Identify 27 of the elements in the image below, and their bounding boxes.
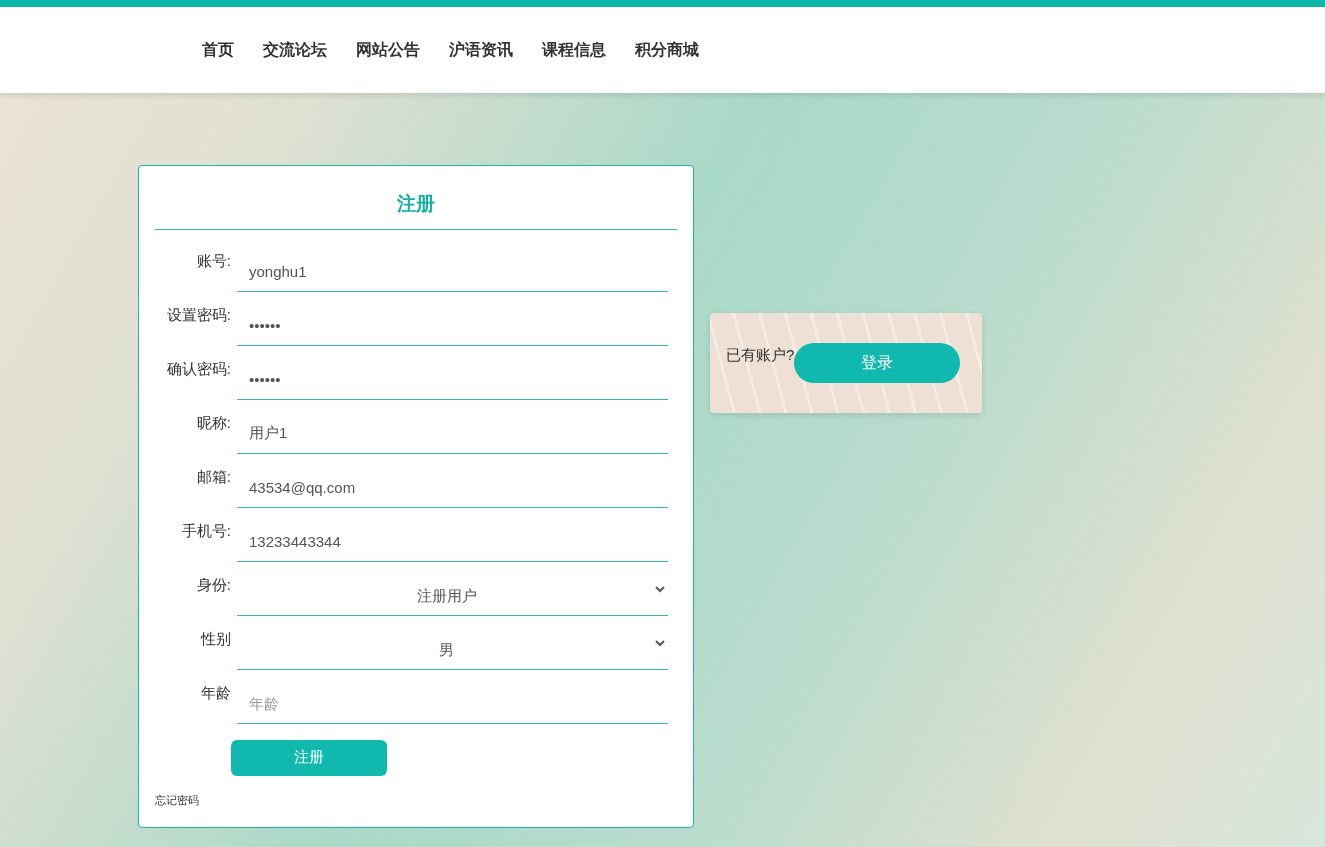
input-field[interactable]: 年龄 bbox=[237, 669, 668, 724]
field-label: 性别 bbox=[199, 628, 231, 649]
field-label: 年龄 bbox=[200, 682, 231, 703]
nav-link[interactable]: 沪语资讯 bbox=[447, 38, 515, 62]
field-label: 昵称: bbox=[195, 412, 231, 433]
nav-link[interactable]: 积分商城 bbox=[633, 38, 701, 62]
form-title: 注册 bbox=[396, 192, 436, 216]
nav-link[interactable]: 课程信息 bbox=[540, 38, 608, 62]
input-field[interactable]: yonghu1 bbox=[237, 237, 668, 292]
nav-link[interactable]: 网站公告 bbox=[354, 38, 422, 62]
field-label: 设置密码: bbox=[165, 304, 231, 325]
input-field[interactable]: 43534@qq.com bbox=[237, 453, 668, 508]
input-field[interactable]: •••••• bbox=[237, 291, 668, 346]
input-field[interactable]: 13233443344 bbox=[237, 507, 668, 562]
nav-link[interactable]: 首页 bbox=[200, 38, 236, 62]
field-label: 邮箱: bbox=[195, 466, 231, 487]
nav-link[interactable]: 交流论坛 bbox=[261, 38, 329, 62]
field-label: 确认密码: bbox=[165, 358, 231, 379]
input-field[interactable]: •••••• bbox=[237, 345, 668, 400]
field-label: 身份: bbox=[195, 574, 231, 595]
login-prompt: 已有账户? bbox=[726, 344, 795, 365]
field-label: 手机号: bbox=[180, 520, 231, 541]
input-field[interactable]: 用户1 bbox=[237, 399, 668, 454]
field-label: 账号: bbox=[195, 250, 231, 271]
select-field[interactable]: 注册用户 bbox=[237, 561, 668, 616]
select-field[interactable]: 男 bbox=[237, 615, 668, 670]
forgot-password-link[interactable]: 忘记密码 bbox=[155, 791, 199, 808]
